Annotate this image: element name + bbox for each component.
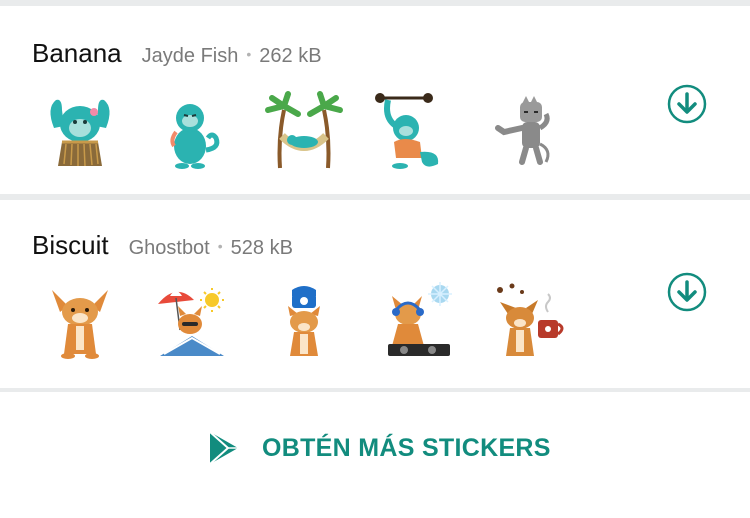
get-more-stickers-label: OBTÉN MÁS STICKERS [262,433,551,462]
play-store-icon [209,431,238,465]
footer: OBTÉN MÁS STICKERS [0,392,750,518]
pack-name: Banana [32,38,122,68]
corgi-coffee-sticker [497,283,564,356]
pack-size: 262 kB [259,45,322,67]
download-circle-icon[interactable] [667,272,707,312]
download-circle-icon[interactable] [667,84,707,124]
pack-size: 528 kB [230,237,293,259]
pack-name: Biscuit [32,230,109,260]
pack-author: Jayde Fish [141,45,239,67]
corgi-phone-sticker [288,286,320,356]
sticker-pack-biscuit[interactable]: Biscuit Ghostbot • 528 kB [0,200,750,388]
separator-dot: • [217,238,223,254]
sticker-preview-row [38,88,570,178]
weightlifting-monkey-sticker [375,93,439,169]
hula-monkey-sticker [50,99,110,167]
pack-header: Biscuit Ghostbot • 528 kB [32,230,293,261]
separator-dot: • [246,46,252,62]
hammock-monkey-sticker [265,91,343,169]
corgi-dj-sticker [388,282,452,356]
get-more-stickers-button[interactable]: OBTÉN MÁS STICKERS [206,430,551,466]
sticker-pack-banana[interactable]: Banana Jayde Fish • 262 kB [0,6,750,194]
sitting-monkey-sticker [170,104,220,169]
sticker-preview-row [38,280,570,370]
pack-header: Banana Jayde Fish • 262 kB [32,38,322,69]
pack-author: Ghostbot [128,237,210,259]
gray-cat-sticker [495,96,550,165]
corgi-sitting-sticker [52,290,108,359]
corgi-beach-sticker [158,288,224,356]
